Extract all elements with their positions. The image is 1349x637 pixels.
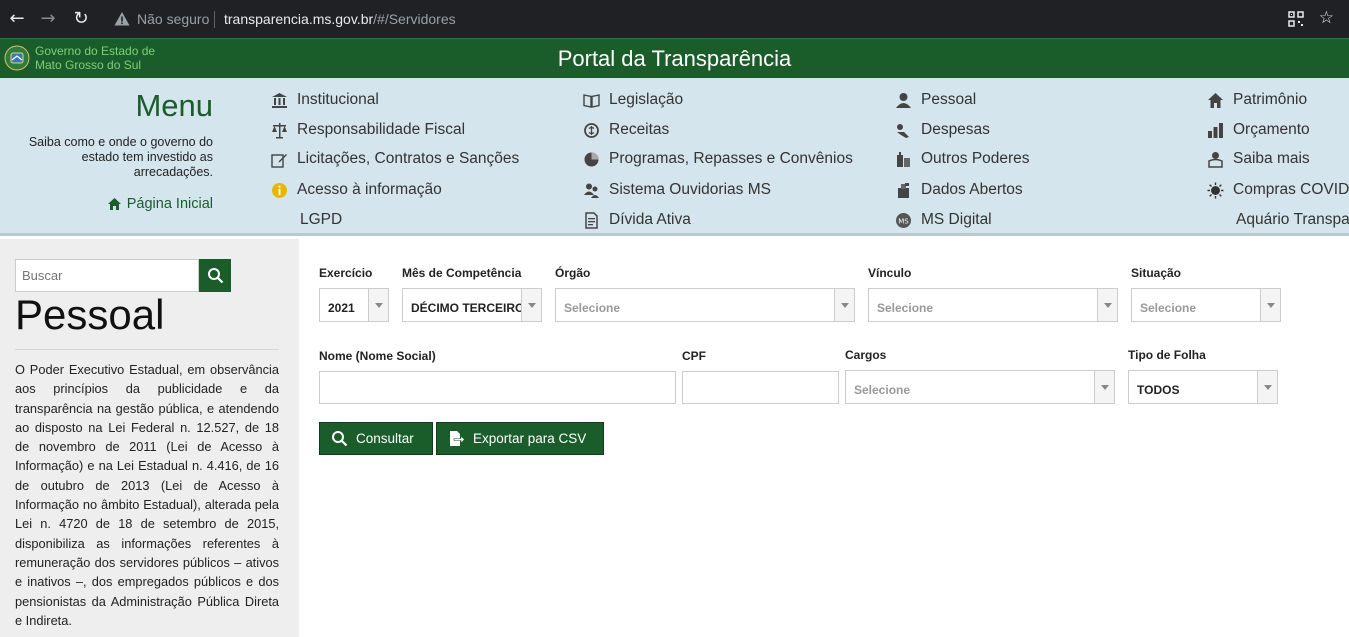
portal-title: Portal da Transparência xyxy=(557,46,792,71)
security-status[interactable]: Não seguro xyxy=(137,11,209,27)
browser-toolbar: ← → ↻ Não seguro transparencia.ms.gov.br… xyxy=(0,0,1349,38)
sidebar: Pessoal O Poder Executivo Estadual, em o… xyxy=(0,239,299,637)
menu-item-dados-abertos[interactable]: Dados Abertos xyxy=(894,181,1023,199)
data-icon xyxy=(897,182,909,198)
menu-item-ouvidorias[interactable]: Sistema Ouvidorias MS xyxy=(582,181,771,199)
intro-paragraph: O Poder Executivo Estadual, em observânc… xyxy=(15,362,279,628)
menu-item-pessoal[interactable]: Pessoal xyxy=(894,91,976,109)
forward-arrow-icon[interactable]: → xyxy=(37,8,59,30)
tipo-folha-label: Tipo de Folha xyxy=(1128,348,1206,362)
export-csv-button[interactable]: Exportar para CSV xyxy=(436,422,604,455)
cargos-label: Cargos xyxy=(845,348,887,362)
money-icon xyxy=(583,122,599,138)
menu-item-ms-digital[interactable]: MS MS Digital xyxy=(894,211,992,229)
menu-item-lgpd[interactable]: LGPD xyxy=(300,211,342,229)
vinculo-select[interactable]: Selecione xyxy=(868,288,1118,322)
hand-coin-icon xyxy=(896,123,909,138)
search-button[interactable] xyxy=(199,259,231,292)
cpf-input[interactable] xyxy=(682,371,839,404)
virus-icon xyxy=(1207,182,1223,198)
menu-item-despesas[interactable]: Despesas xyxy=(894,121,990,139)
menu-item-programas[interactable]: Programas, Repasses e Convênios xyxy=(582,150,853,168)
main-menu: Menu Saiba como e onde o governo do esta… xyxy=(0,78,1349,236)
menu-item-patrimonio[interactable]: Patrimônio xyxy=(1206,91,1307,109)
mes-select[interactable]: DÉCIMO TERCEIRO xyxy=(402,288,542,322)
url-separator xyxy=(214,11,215,28)
menu-heading: Menu xyxy=(135,88,213,123)
consultar-button[interactable]: Consultar xyxy=(319,422,433,455)
chevron-down-icon xyxy=(368,289,388,321)
mes-label: Mês de Competência xyxy=(402,266,522,280)
warning-icon xyxy=(114,12,130,26)
site-header: Governo do Estado de Mato Grosso do Sul … xyxy=(0,38,1349,78)
menu-item-responsabilidade-fiscal[interactable]: Responsabilidade Fiscal xyxy=(270,121,465,139)
cargos-select[interactable]: Selecione xyxy=(845,370,1115,404)
document-icon xyxy=(584,211,598,229)
pie-icon xyxy=(584,152,598,166)
svg-text:MS: MS xyxy=(898,217,909,225)
cpf-label: CPF xyxy=(682,349,706,363)
orgao-select[interactable]: Selecione xyxy=(555,288,855,322)
bookmark-star-icon[interactable]: ☆ xyxy=(1319,8,1334,28)
chevron-down-icon xyxy=(1257,371,1277,403)
url-text[interactable]: transparencia.ms.gov.br/#/Servidores xyxy=(224,11,456,27)
scale-icon xyxy=(271,122,287,138)
menu-description: Saiba como e onde o governo do estado te… xyxy=(28,135,213,179)
reader-icon xyxy=(1207,151,1223,168)
search-icon xyxy=(332,431,348,447)
chevron-down-icon xyxy=(1094,371,1114,403)
people-icon xyxy=(583,183,599,198)
home-link[interactable]: Página Inicial xyxy=(107,196,213,212)
orgao-label: Órgão xyxy=(555,266,591,280)
address-bar[interactable]: Não seguro transparencia.ms.gov.br/#/Ser… xyxy=(102,4,1344,34)
search-input[interactable] xyxy=(15,259,199,292)
divider xyxy=(15,349,279,350)
book-icon xyxy=(582,93,600,108)
menu-item-licitacoes[interactable]: Licitações, Contratos e Sanções xyxy=(270,150,519,168)
menu-item-aquario-transparente[interactable]: Aquário Transparente xyxy=(1236,211,1349,229)
chevron-down-icon xyxy=(1260,289,1280,321)
info-icon xyxy=(271,182,287,198)
menu-item-legislacao[interactable]: Legislação xyxy=(582,91,683,109)
situacao-label: Situação xyxy=(1131,266,1182,280)
menu-item-outros-poderes[interactable]: Outros Poderes xyxy=(894,150,1030,168)
exercicio-select[interactable]: 2021 xyxy=(319,288,389,322)
qr-code-icon[interactable] xyxy=(1288,11,1304,27)
chevron-down-icon xyxy=(834,289,854,321)
menu-item-orcamento[interactable]: Orçamento xyxy=(1206,121,1310,139)
vinculo-label: Vínculo xyxy=(868,266,912,280)
home-icon xyxy=(107,198,121,210)
file-export-icon xyxy=(450,431,465,446)
menu-item-saiba-mais[interactable]: Saiba mais xyxy=(1206,150,1310,168)
bank-icon xyxy=(271,92,287,108)
reload-icon[interactable]: ↻ xyxy=(70,8,92,30)
house-icon xyxy=(1207,92,1223,108)
user-icon xyxy=(895,92,911,108)
menu-item-acesso-informacao[interactable]: Acesso à informação xyxy=(270,181,442,199)
nome-input[interactable] xyxy=(319,371,676,404)
nome-label: Nome (Nome Social) xyxy=(319,349,436,363)
menu-item-compras-covid[interactable]: Compras COVID-19 xyxy=(1206,181,1349,199)
edit-icon xyxy=(270,153,287,168)
coins-icon xyxy=(1207,122,1223,138)
ms-digital-icon: MS xyxy=(895,212,911,228)
chevron-down-icon xyxy=(1097,289,1117,321)
back-arrow-icon[interactable]: ← xyxy=(6,8,28,30)
building-icon xyxy=(896,151,910,167)
page-title: Pessoal xyxy=(15,291,165,338)
tipo-folha-select[interactable]: TODOS xyxy=(1128,370,1278,404)
exercicio-label: Exercício xyxy=(319,266,373,280)
situacao-select[interactable]: Selecione xyxy=(1131,288,1281,322)
menu-item-receitas[interactable]: Receitas xyxy=(582,121,669,139)
chevron-down-icon xyxy=(521,289,541,321)
search-icon xyxy=(207,268,223,284)
menu-item-institucional[interactable]: Institucional xyxy=(270,91,379,109)
menu-item-divida-ativa[interactable]: Dívida Ativa xyxy=(582,211,691,229)
